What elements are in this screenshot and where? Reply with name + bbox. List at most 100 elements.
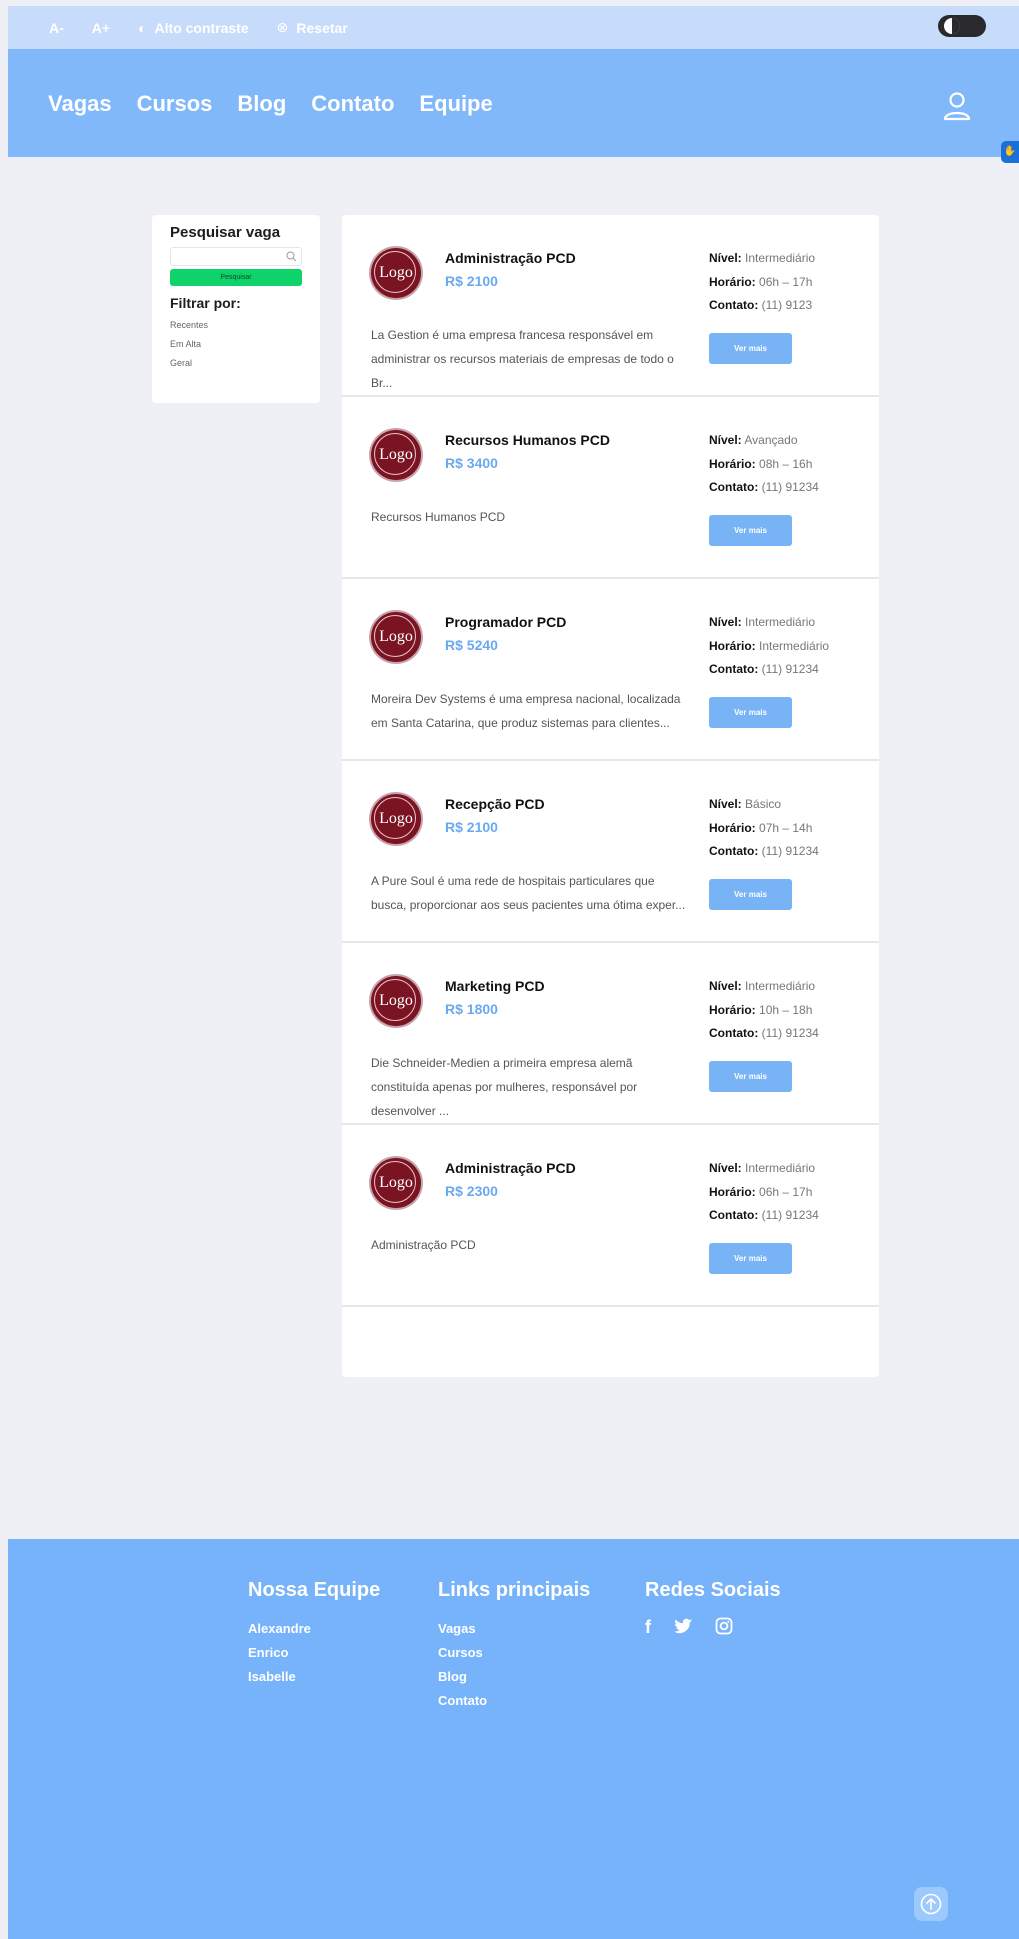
job-details: Nível: Avançado Horário: 08h – 16h Conta… xyxy=(709,429,819,500)
nivel-label: Nível: xyxy=(709,251,742,265)
job-description: Moreira Dev Systems é uma empresa nacion… xyxy=(371,692,681,730)
job-details: Nível: Intermediário Horário: 06h – 17h … xyxy=(709,1157,819,1228)
nav-link-blog[interactable]: Blog xyxy=(237,91,286,117)
instagram-icon[interactable] xyxy=(715,1617,733,1635)
nav-link-cursos[interactable]: Cursos xyxy=(137,91,213,117)
accessibility-widget-icon[interactable]: ✋ xyxy=(1001,141,1019,163)
font-increase-button[interactable]: A+ xyxy=(92,20,110,36)
nivel-label: Nível: xyxy=(709,979,742,993)
company-logo-text: Logo xyxy=(379,628,413,645)
job-title: Recursos Humanos PCD xyxy=(445,432,610,448)
footer-link-contato[interactable]: Contato xyxy=(438,1689,590,1713)
nav-links: Vagas Cursos Blog Contato Equipe xyxy=(48,91,518,117)
footer-link-cursos[interactable]: Cursos xyxy=(438,1641,590,1665)
job-title: Programador PCD xyxy=(445,614,567,630)
contrast-button[interactable]: ◐ Alto contraste xyxy=(138,20,249,36)
nivel-value: Intermediário xyxy=(745,251,816,265)
arrow-up-icon xyxy=(920,1893,942,1915)
job-description: Die Schneider-Medien a primeira empresa … xyxy=(371,1056,638,1118)
job-salary: R$ 5240 xyxy=(445,637,498,653)
theme-toggle[interactable] xyxy=(938,15,986,37)
job-description: Administração PCD xyxy=(371,1238,476,1252)
job-salary: R$ 3400 xyxy=(445,455,498,471)
back-to-top-button[interactable] xyxy=(914,1887,948,1921)
footer-social-title: Redes Sociais xyxy=(645,1579,781,1601)
job-description: Recursos Humanos PCD xyxy=(371,510,506,524)
footer-team-title: Nossa Equipe xyxy=(248,1579,381,1601)
ver-mais-button[interactable]: Ver mais xyxy=(709,333,792,364)
contato-label: Contato: xyxy=(709,844,759,858)
reset-label: Resetar xyxy=(296,19,348,36)
ver-mais-button[interactable]: Ver mais xyxy=(709,515,792,546)
contrast-label: Alto contraste xyxy=(154,19,249,36)
horario-value: 10h – 18h xyxy=(759,1002,813,1017)
nav-link-equipe[interactable]: Equipe xyxy=(419,91,492,117)
team-member-link[interactable]: Alexandre xyxy=(248,1617,380,1641)
contato-value: (11) 91234 xyxy=(761,1026,819,1040)
filter-option-geral[interactable]: Geral xyxy=(170,358,302,368)
company-logo-text: Logo xyxy=(379,992,413,1009)
job-card: Logo Marketing PCD R$ 1800 Die Schneider… xyxy=(342,943,879,1125)
horario-label: Horário: xyxy=(709,1002,756,1017)
company-logo: Logo xyxy=(371,430,421,480)
job-details: Nível: Básico Horário: 07h – 14h Contato… xyxy=(709,793,819,864)
contato-value: (11) 9123 xyxy=(761,298,813,312)
main-header: Vagas Cursos Blog Contato Equipe xyxy=(8,49,1019,157)
company-logo-text: Logo xyxy=(379,264,413,281)
job-description: A Pure Soul é uma rede de hospitais part… xyxy=(371,874,686,912)
job-details: Nível: Intermediário Horário: 06h – 17h … xyxy=(709,247,815,318)
contato-label: Contato: xyxy=(709,298,759,312)
nivel-value: Intermediário xyxy=(745,979,816,993)
footer-link-blog[interactable]: Blog xyxy=(438,1665,590,1689)
ver-mais-button[interactable]: Ver mais xyxy=(709,697,792,728)
horario-label: Horário: xyxy=(709,274,756,289)
horario-label: Horário: xyxy=(709,638,756,653)
ver-mais-button[interactable]: Ver mais xyxy=(709,1061,792,1092)
facebook-icon[interactable]: f xyxy=(645,1617,651,1638)
font-decrease-button[interactable]: A- xyxy=(49,20,64,36)
filter-title: Filtrar por: xyxy=(170,295,241,311)
contato-label: Contato: xyxy=(709,1026,759,1040)
footer-link-vagas[interactable]: Vagas xyxy=(438,1617,590,1641)
ver-mais-button[interactable]: Ver mais xyxy=(709,879,792,910)
search-button[interactable]: Pesquisar xyxy=(170,269,302,286)
company-logo: Logo xyxy=(371,794,421,844)
team-member-link[interactable]: Isabelle xyxy=(248,1665,380,1689)
twitter-icon[interactable] xyxy=(673,1617,693,1635)
job-title: Administração PCD xyxy=(445,250,576,266)
nivel-value: Intermediário xyxy=(745,615,816,629)
job-card: Logo Recursos Humanos PCD R$ 3400 Recurs… xyxy=(342,397,879,579)
user-icon[interactable] xyxy=(943,91,971,121)
accessibility-bar: A- A+ ◐ Alto contraste ⊗ Resetar xyxy=(8,6,1019,49)
job-salary: R$ 2300 xyxy=(445,1183,498,1199)
contato-value: (11) 91234 xyxy=(761,662,819,676)
ver-mais-button[interactable]: Ver mais xyxy=(709,1243,792,1274)
search-icon[interactable] xyxy=(286,251,297,262)
job-title: Administração PCD xyxy=(445,1160,576,1176)
reset-button[interactable]: ⊗ Resetar xyxy=(277,19,348,36)
nav-link-contato[interactable]: Contato xyxy=(311,91,394,117)
job-salary: R$ 2100 xyxy=(445,273,498,289)
horario-value: Intermediário xyxy=(759,638,830,653)
company-logo: Logo xyxy=(371,248,421,298)
company-logo: Logo xyxy=(371,1158,421,1208)
filter-option-recentes[interactable]: Recentes xyxy=(170,320,302,330)
nav-link-vagas[interactable]: Vagas xyxy=(48,91,112,117)
footer-social: Redes Sociais f xyxy=(645,1579,781,1638)
footer-team: Nossa Equipe Alexandre Enrico Isabelle xyxy=(248,1579,380,1689)
company-logo-text: Logo xyxy=(379,810,413,827)
contato-label: Contato: xyxy=(709,480,759,494)
contrast-icon: ◐ xyxy=(138,19,147,36)
contato-value: (11) 91234 xyxy=(761,1208,819,1222)
company-logo-text: Logo xyxy=(379,446,413,463)
job-card: Logo Recepção PCD R$ 2100 A Pure Soul é … xyxy=(342,761,879,943)
search-input[interactable] xyxy=(171,250,281,267)
team-member-link[interactable]: Enrico xyxy=(248,1641,380,1665)
jobs-list: Logo Administração PCD R$ 2100 La Gestio… xyxy=(342,215,879,1377)
job-card: Logo Programador PCD R$ 5240 Moreira Dev… xyxy=(342,579,879,761)
nivel-label: Nível: xyxy=(709,1161,742,1175)
filter-option-em-alta[interactable]: Em Alta xyxy=(170,339,302,349)
company-logo: Logo xyxy=(371,976,421,1026)
job-card: Logo Administração PCD R$ 2100 La Gestio… xyxy=(342,215,879,397)
nivel-label: Nível: xyxy=(709,797,742,811)
